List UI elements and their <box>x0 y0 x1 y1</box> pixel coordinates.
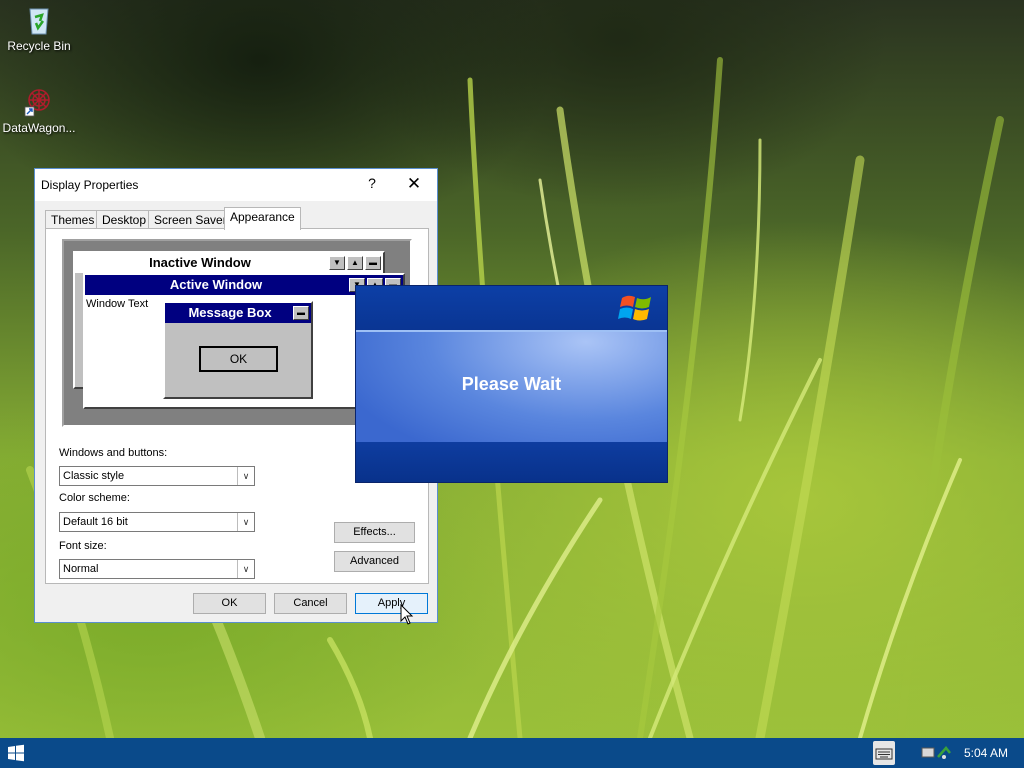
message-box-ok-button: OK <box>199 346 278 372</box>
keyboard-icon[interactable] <box>873 741 895 765</box>
tab-desktop[interactable]: Desktop <box>96 210 153 229</box>
recycle-bin-icon <box>29 8 49 35</box>
font-size-label: Font size: <box>59 540 107 552</box>
desktop-icon-label: DataWagon... <box>2 121 76 135</box>
windows-start-icon[interactable] <box>0 738 32 768</box>
color-scheme-label: Color scheme: <box>59 492 130 504</box>
please-wait-footer <box>356 442 667 482</box>
ok-button[interactable]: OK <box>193 593 266 614</box>
color-scheme-select[interactable]: Default 16 bit ∨ <box>59 512 255 532</box>
tab-themes[interactable]: Themes <box>45 210 101 229</box>
please-wait-message: Please Wait <box>461 374 562 394</box>
please-wait-header <box>356 286 667 330</box>
windows-and-buttons-label: Windows and buttons: <box>59 447 168 459</box>
help-button[interactable]: ? <box>363 175 381 195</box>
minimize-icon: ▬ <box>293 306 309 320</box>
chevron-down-icon: ∨ <box>237 560 254 578</box>
message-box-preview: Message Box ▬ OK <box>163 301 313 399</box>
network-icon[interactable] <box>920 745 954 761</box>
select-value: Classic style <box>63 470 125 482</box>
scroll-down-icon: ▼ <box>329 256 345 270</box>
inactive-window-title: Inactive Window <box>149 255 251 270</box>
select-value: Normal <box>63 563 99 575</box>
tab-appearance[interactable]: Appearance <box>224 207 301 230</box>
taskbar-clock[interactable]: 5:04 AM <box>964 746 1008 760</box>
mouse-cursor-icon <box>400 604 414 625</box>
minimize-icon: ▬ <box>365 256 381 270</box>
font-size-select[interactable]: Normal ∨ <box>59 559 255 579</box>
desktop-icon-recycle-bin[interactable]: Recycle Bin <box>1 3 77 53</box>
tab-screen-saver[interactable]: Screen Saver <box>148 210 233 229</box>
select-value: Default 16 bit <box>63 516 128 528</box>
apply-button[interactable]: Apply <box>355 593 428 614</box>
close-button[interactable]: ✕ <box>401 173 427 195</box>
active-window-title: Active Window <box>169 277 263 292</box>
datawagon-app-icon <box>24 89 50 117</box>
taskbar: 5:04 AM <box>0 738 1024 768</box>
windows-and-buttons-select[interactable]: Classic style ∨ <box>59 466 255 486</box>
desktop-icon-datawagon[interactable]: DataWagon... <box>1 85 77 135</box>
chevron-down-icon: ∨ <box>237 467 254 485</box>
title-bar[interactable]: Display Properties ? ✕ <box>35 169 437 201</box>
message-box-title: Message Box <box>188 305 272 320</box>
chevron-down-icon: ∨ <box>237 513 254 531</box>
scroll-up-icon: ▲ <box>347 256 363 270</box>
please-wait-dialog: Please Wait <box>355 285 668 483</box>
desktop-icon-label: Recycle Bin <box>7 39 71 53</box>
window-text-sample: Window Text <box>86 298 149 310</box>
window-title: Display Properties <box>41 178 139 192</box>
cancel-button[interactable]: Cancel <box>274 593 347 614</box>
windows-flag-icon <box>618 295 651 321</box>
advanced-button[interactable]: Advanced <box>334 551 415 572</box>
effects-button[interactable]: Effects... <box>334 522 415 543</box>
